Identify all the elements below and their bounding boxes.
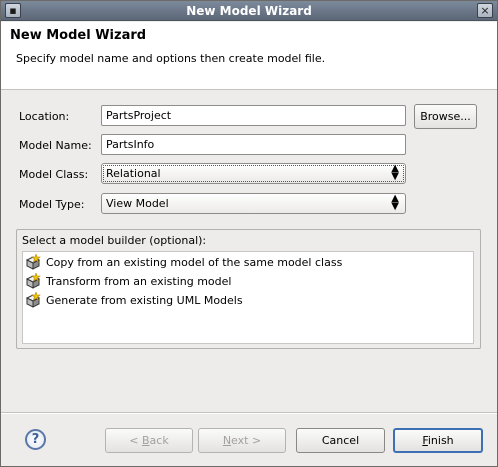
model-builder-icon — [25, 273, 41, 289]
wizard-header: New Model Wizard Specify model name and … — [1, 22, 497, 90]
next-button: Next > — [198, 428, 286, 453]
list-item-label: Transform from an existing model — [46, 275, 232, 288]
help-icon[interactable]: ? — [25, 429, 46, 450]
page-description: Specify model name and options then crea… — [16, 52, 326, 65]
list-item-label: Copy from an existing model of the same … — [46, 256, 343, 269]
footer-separator — [1, 412, 497, 414]
model-type-value: View Model — [106, 197, 169, 210]
cancel-button[interactable]: Cancel — [296, 428, 385, 453]
window-title: New Model Wizard — [186, 4, 312, 18]
model-class-label: Model Class: — [19, 168, 89, 181]
model-class-select[interactable]: Relational ▲ ▼ — [101, 163, 406, 184]
list-item-label: Generate from existing UML Models — [46, 294, 243, 307]
model-name-input[interactable]: PartsInfo — [101, 134, 406, 155]
page-title: New Model Wizard — [10, 28, 147, 43]
finish-button[interactable]: Finish — [393, 428, 483, 453]
model-type-select[interactable]: View Model ▲ ▼ — [101, 193, 406, 214]
model-class-value: Relational — [106, 167, 161, 180]
browse-button[interactable]: Browse... — [414, 104, 477, 129]
model-builder-group: Select a model builder (optional): Copy … — [16, 229, 481, 349]
location-input[interactable]: PartsProject — [101, 105, 406, 126]
model-builder-icon — [25, 292, 41, 308]
close-icon[interactable]: × — [477, 3, 493, 18]
model-name-label: Model Name: — [19, 139, 92, 152]
updown-arrow-icon: ▲ ▼ — [391, 193, 399, 212]
model-type-label: Model Type: — [19, 198, 85, 211]
model-builder-icon — [25, 254, 41, 270]
model-builder-list: Copy from an existing model of the same … — [22, 251, 474, 344]
updown-arrow-icon: ▲ ▼ — [391, 163, 399, 182]
model-builder-group-label: Select a model builder (optional): — [22, 234, 207, 247]
back-button: < Back — [105, 428, 193, 453]
title-bar: ▪ New Model Wizard × — [1, 1, 497, 21]
wizard-window: ▪ New Model Wizard × New Model Wizard Sp… — [0, 0, 498, 467]
location-label: Location: — [19, 110, 70, 123]
